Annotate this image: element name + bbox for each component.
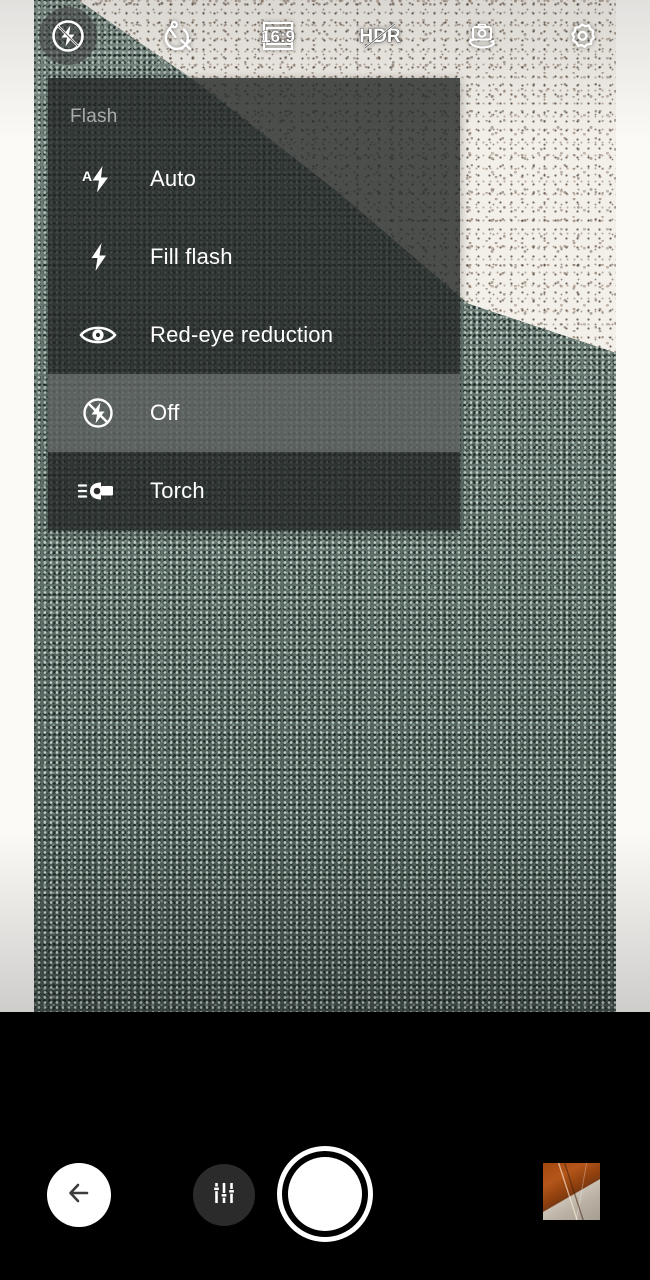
gallery-thumbnail[interactable] [543, 1163, 600, 1220]
aspect-ratio-label: 16:9 [261, 27, 295, 46]
flash-menu-title: Flash [70, 106, 118, 127]
manual-controls-button[interactable] [193, 1164, 255, 1226]
thumbnail-image [543, 1163, 600, 1220]
viewfinder-left-margin [0, 0, 34, 1012]
flash-menu-item-auto[interactable]: A Auto [48, 140, 460, 218]
back-button[interactable] [47, 1163, 111, 1227]
arrow-left-icon [62, 1176, 96, 1215]
toolbar-switch-camera-button[interactable] [446, 0, 518, 72]
flash-menu-item-label: Red-eye reduction [150, 322, 334, 347]
toolbar-aspect-ratio-button[interactable]: 16:9 [242, 0, 314, 72]
flash-menu-item-label: Off [150, 400, 180, 425]
aspect-ratio-icon: 16:9 [255, 15, 301, 57]
sliders-icon [209, 1178, 239, 1213]
flash-menu-item-label: Fill flash [150, 244, 233, 269]
torch-icon [70, 478, 126, 504]
viewfinder-right-margin [616, 0, 650, 1012]
shutter-inner-circle [288, 1157, 362, 1231]
flash-off-icon [48, 16, 88, 56]
hdr-off-icon: HDR [351, 16, 409, 56]
flash-menu-item-label: Auto [150, 166, 197, 191]
toolbar-timer-button[interactable] [140, 0, 212, 72]
svg-text:A: A [82, 168, 92, 184]
timer-off-icon [156, 16, 196, 56]
switch-camera-icon [460, 16, 504, 56]
flash-menu-item-label: Torch [150, 478, 205, 503]
camera-app: 16:9 HDR [0, 0, 650, 1280]
toolbar-hdr-button[interactable]: HDR [344, 0, 416, 72]
toolbar-flash-button[interactable] [32, 0, 104, 72]
flash-auto-icon: A [70, 161, 126, 197]
flash-menu-item-torch[interactable]: Torch [48, 452, 460, 530]
toolbar-settings-button[interactable] [546, 0, 618, 72]
flash-on-icon [70, 239, 126, 275]
settings-gear-icon [562, 16, 602, 56]
eye-icon [70, 320, 126, 350]
flash-menu-item-red-eye-reduction[interactable]: Red-eye reduction [48, 296, 460, 374]
shutter-button[interactable] [277, 1146, 373, 1242]
flash-menu-item-fill-flash[interactable]: Fill flash [48, 218, 460, 296]
flash-options-menu: Flash A Auto Fill flash Red-eye reductio… [48, 78, 460, 530]
flash-off-icon [70, 395, 126, 431]
flash-menu-item-off[interactable]: Off [48, 374, 460, 452]
top-toolbar: 16:9 HDR [0, 0, 650, 72]
